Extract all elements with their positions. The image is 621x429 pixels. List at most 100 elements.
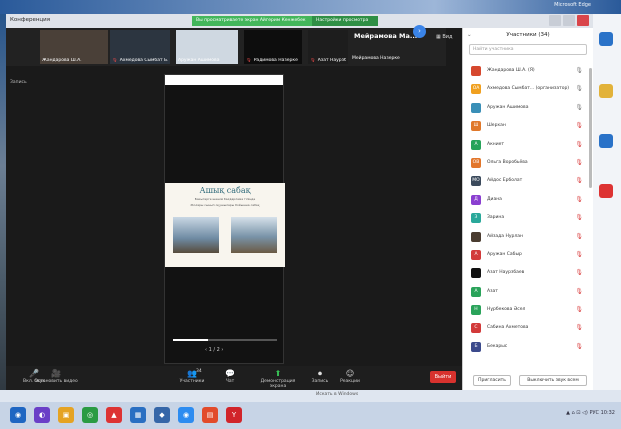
presentation-slide: Ашық сабақ Бакыгерге шешім бағдарлама ті…	[165, 183, 285, 267]
video-tile[interactable]: 🎙 Ахмедова Сымбат Б...	[110, 30, 170, 64]
taskbar-app-icon[interactable]: ▤	[202, 407, 218, 423]
windows-taskbar: ▲ ⌂ ⊡ ◁) РУС 10:32 ◉ ◐ ▣ ◎ ▲ ▦ ◆ ◉ ▤ Y	[0, 402, 621, 429]
taskbar-app-icon[interactable]: Y	[226, 407, 242, 423]
muted-mic-icon: 🎙	[575, 195, 583, 203]
video-scrubber[interactable]	[173, 339, 277, 341]
muted-mic-icon: 🎙	[575, 140, 583, 148]
participant-name: Сабина Ахметова	[487, 325, 529, 331]
taskbar-app-icon[interactable]: ▦	[130, 407, 146, 423]
participant-name: Акниет	[487, 141, 505, 147]
participant-row[interactable]: Ш Шерхан 🎙	[463, 117, 589, 135]
desktop-icons-strip	[593, 14, 621, 394]
taskbar-app-icon[interactable]: ◎	[82, 407, 98, 423]
participant-row[interactable]: З Зарина 🎙	[463, 209, 589, 227]
video-tile[interactable]: 🎙Азат Наурзбаев	[308, 30, 348, 64]
taskbar-app-icon[interactable]: ◆	[154, 407, 170, 423]
desktop-folder-icon[interactable]	[599, 84, 613, 98]
muted-mic-icon: 🎙	[310, 58, 316, 63]
mic-icon: 🎙	[575, 103, 583, 111]
avatar: А	[471, 139, 481, 150]
participants-header: ⌄ Участники (34)	[463, 28, 593, 42]
participant-row[interactable]: Азат Наурзбаев 🎙	[463, 264, 589, 282]
view-toggle-button[interactable]: ▦ Вид	[436, 34, 452, 40]
avatar: Б	[471, 341, 481, 352]
participant-row[interactable]: МО Айдос Ерболат 🎙	[463, 172, 589, 190]
view-options-button[interactable]: Настройки просмотра	[312, 16, 378, 26]
taskbar-app-icon[interactable]: ◉	[178, 407, 194, 423]
participant-name: Шерхан	[487, 123, 506, 129]
close-icon[interactable]	[577, 15, 589, 26]
invite-button[interactable]: Пригласить	[473, 375, 511, 386]
meeting-toolbar: Выйти 🎤 Вкл. звук 🎥 Остановить видео 👥 Участн…	[6, 366, 462, 390]
avatar: З	[471, 213, 481, 224]
participant-row[interactable]: Жандарова Ш.А. (Я) 🎙	[463, 62, 589, 80]
window-title: Конференция	[10, 17, 51, 23]
taskbar-app-icon[interactable]: ◉	[10, 407, 26, 423]
zoom-window: Конференция Вы просматриваете экран Айге…	[6, 14, 593, 390]
muted-mic-icon: 🎙	[575, 177, 583, 185]
participant-row[interactable]: ОВ Ольга Воробьёва 🎙	[463, 154, 589, 172]
video-tile[interactable]: Аружан Ашимова	[176, 30, 238, 64]
participant-row[interactable]: Айзада Нурлан 🎙	[463, 228, 589, 246]
participant-row[interactable]: Аружан Ашимова 🎙	[463, 99, 589, 117]
video-tile[interactable]: Жандарова Ш.А.	[40, 30, 108, 64]
maximize-icon[interactable]	[563, 15, 575, 26]
participant-name: Аружан Ашимова	[487, 104, 529, 110]
toolbar-button[interactable]: ⬆ Демонстрация экрана	[254, 369, 302, 389]
participant-name: Зарина	[487, 215, 505, 221]
participant-row[interactable]: Д Диана 🎙	[463, 191, 589, 209]
taskbar-app-icon[interactable]: ▣	[58, 407, 74, 423]
system-tray[interactable]: ▲ ⌂ ⊡ ◁) РУС 10:32	[566, 410, 615, 416]
video-tile[interactable]: 🎙 Радимова Назерке	[244, 30, 302, 64]
muted-mic-icon: 🎙	[575, 250, 583, 258]
toolbar-button[interactable]: ☺ Реакции	[326, 369, 374, 384]
muted-mic-icon: 🎙	[575, 287, 583, 295]
participant-search-input[interactable]: Найти участника	[469, 44, 587, 55]
slide-pager[interactable]: ‹ 1 / 2 ›	[205, 347, 223, 353]
leave-button[interactable]: Выйти	[430, 371, 456, 383]
gallery-next-button[interactable]: ›	[413, 25, 426, 38]
participant-list: Жандарова Ш.А. (Я) 🎙 ОА Ахмедова Сымбат... …	[463, 62, 589, 356]
participants-count-badge: 34	[196, 369, 202, 374]
participant-row[interactable]: А Акниет 🎙	[463, 136, 589, 154]
participant-row[interactable]: Б Бекарыс 🎙	[463, 338, 589, 356]
desktop-app-icon[interactable]	[599, 32, 613, 46]
windows-search-hint[interactable]: Искать в Windows	[316, 392, 358, 397]
toolbar-button[interactable]: 🎥 Остановить видео	[32, 369, 80, 384]
participant-name: Азат	[487, 288, 498, 294]
minimize-icon[interactable]	[549, 15, 561, 26]
participant-row[interactable]: ОА Ахмедова Сымбат... (организатор) 🎙	[463, 80, 589, 98]
video-tile-name: 🎙 Радимова Назерке	[246, 58, 300, 63]
taskbar-app-icon[interactable]: ◐	[34, 407, 50, 423]
toolbar-label: Участники	[179, 379, 205, 384]
participant-row[interactable]: А Аружан Сабыр 🎙	[463, 246, 589, 264]
mute-all-button[interactable]: Выключить звук всем	[519, 375, 587, 386]
muted-mic-icon: 🎙	[246, 58, 252, 63]
avatar: Д	[471, 194, 481, 205]
muted-mic-icon: 🎙	[575, 269, 583, 277]
desktop-title-strip: Microsoft Edge	[0, 0, 621, 14]
avatar: А	[471, 249, 481, 260]
video-tile-name: Аружан Ашимова	[178, 58, 236, 63]
collapse-panel-icon[interactable]: ⌄	[467, 28, 472, 42]
mic-icon: 🎙	[575, 85, 583, 93]
participant-row[interactable]: Н Нұрбекова Әсел 🎙	[463, 301, 589, 319]
toolbar-button[interactable]: 💬 Чат	[206, 369, 254, 384]
participant-name: Диана	[487, 196, 502, 202]
video-tile-name: Жандарова Ш.А.	[42, 58, 106, 63]
desktop-app-icon[interactable]	[599, 134, 613, 148]
shared-phone-screen: Ашық сабақ Бакыгерге шешім бағдарлама ті…	[164, 74, 285, 364]
muted-mic-icon: 🎙	[575, 342, 583, 350]
slide-subtitle-1: Бакыгерге шешім бағдарлама тілінде	[194, 197, 256, 201]
participant-row[interactable]: А Азат 🎙	[463, 283, 589, 301]
desktop-title: Microsoft Edge	[554, 2, 591, 8]
participant-list-scrollbar[interactable]	[589, 68, 592, 188]
participant-row[interactable]: С Сабина Ахметова 🎙	[463, 319, 589, 337]
desktop-app-icon[interactable]	[599, 184, 613, 198]
video-tile-name: 🎙Азат Наурзбаев	[310, 58, 346, 63]
taskbar-app-icon[interactable]: ▲	[106, 407, 122, 423]
window-titlebar: Конференция Вы просматриваете экран Айге…	[6, 14, 593, 28]
participant-name: Жандарова Ш.А.	[42, 58, 82, 63]
video-tile-name: 🎙 Ахмедова Сымбат Б...	[112, 58, 168, 63]
participant-name: Азат Наурзбаев	[317, 58, 346, 63]
